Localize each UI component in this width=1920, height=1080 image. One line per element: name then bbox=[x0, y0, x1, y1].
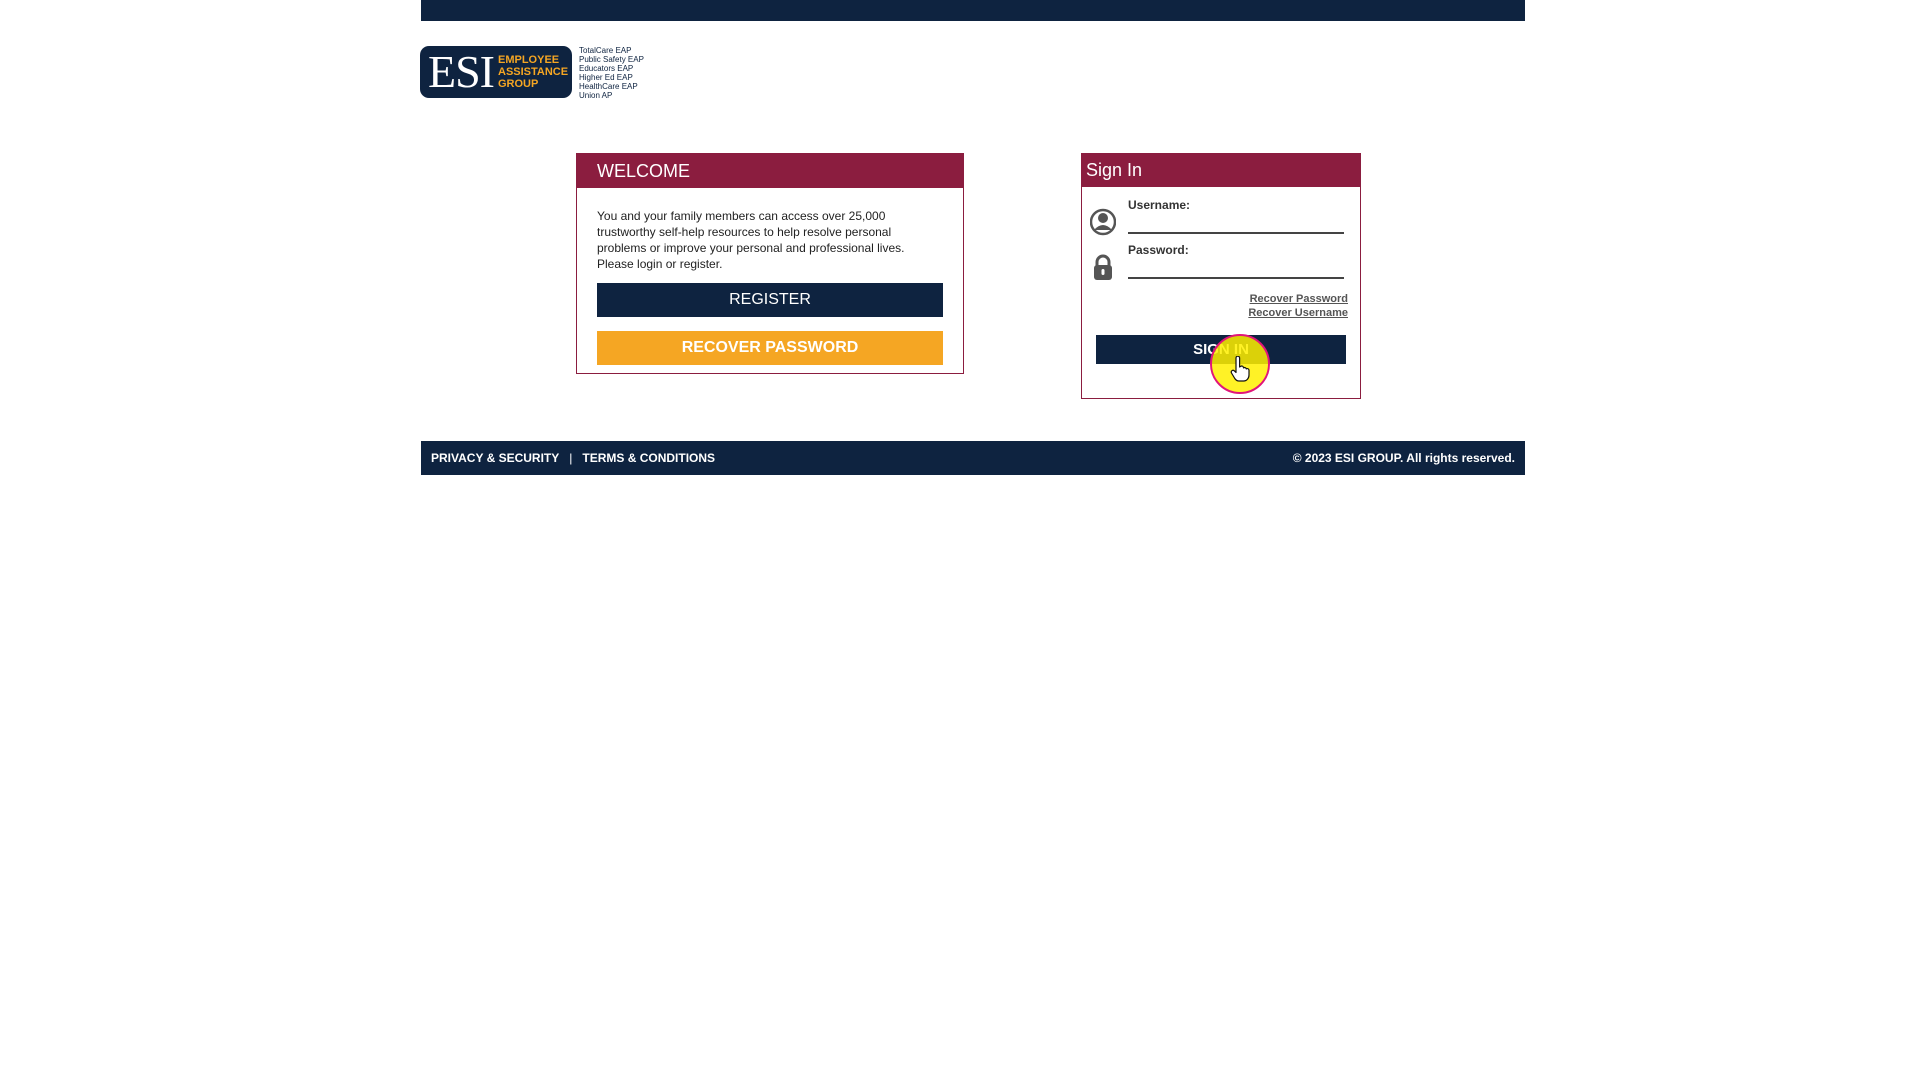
recover-password-link[interactable]: Recover Password bbox=[1250, 292, 1348, 306]
page: ESI EMPLOYEE ASSISTANCE GROUP TotalCare … bbox=[0, 0, 1920, 1080]
username-label: Username: bbox=[1128, 198, 1191, 212]
recover-username-link[interactable]: Recover Username bbox=[1248, 306, 1348, 320]
copyright-text: © 2023 ESI GROUP. All rights reserved. bbox=[1292, 451, 1515, 465]
logo-program: Public Safety EAP bbox=[579, 55, 644, 64]
welcome-panel: WELCOME You and your family members can … bbox=[576, 153, 964, 374]
terms-conditions-link[interactable]: TERMS & CONDITIONS bbox=[582, 451, 715, 465]
logo-program: Educators EAP bbox=[579, 64, 634, 73]
username-row: Username: bbox=[1088, 198, 1350, 242]
recovery-links: Recover Password Recover Username bbox=[1248, 292, 1348, 320]
logo-sub-line: GROUP bbox=[498, 78, 539, 90]
footer-links: PRIVACY & SECURITY | TERMS & CONDITIONS bbox=[431, 451, 715, 465]
privacy-security-link[interactable]: PRIVACY & SECURITY bbox=[431, 451, 559, 465]
password-input[interactable] bbox=[1128, 259, 1344, 279]
username-input[interactable] bbox=[1128, 214, 1344, 234]
logo-program: Higher Ed EAP bbox=[579, 73, 633, 82]
footer-separator: | bbox=[569, 451, 573, 465]
signin-panel: Sign In Username: Password: Recover Pass… bbox=[1081, 153, 1361, 399]
logo-sub-line: EMPLOYEE bbox=[498, 54, 560, 66]
sign-in-button[interactable]: SIGN IN bbox=[1096, 335, 1346, 364]
welcome-title: WELCOME bbox=[577, 154, 963, 188]
footer: PRIVACY & SECURITY | TERMS & CONDITIONS … bbox=[421, 441, 1525, 475]
logo-program: HealthCare EAP bbox=[579, 82, 638, 91]
welcome-text: You and your family members can access o… bbox=[597, 209, 905, 271]
logo-program: TotalCare EAP bbox=[579, 46, 632, 55]
logo-sub-line: ASSISTANCE bbox=[498, 66, 569, 78]
signin-title: Sign In bbox=[1082, 154, 1360, 187]
recover-password-button[interactable]: RECOVER PASSWORD bbox=[597, 331, 943, 365]
esi-logo[interactable]: ESI EMPLOYEE ASSISTANCE GROUP TotalCare … bbox=[420, 46, 650, 102]
lock-icon bbox=[1094, 254, 1112, 280]
logo-esi-text: ESI bbox=[428, 46, 495, 97]
logo-badge: ESI EMPLOYEE ASSISTANCE GROUP bbox=[420, 46, 572, 98]
logo-program-list: TotalCare EAP Public Safety EAP Educator… bbox=[579, 46, 644, 100]
register-button[interactable]: REGISTER bbox=[597, 283, 943, 317]
logo-program: Union AP bbox=[579, 91, 613, 100]
logo-subtitle: EMPLOYEE ASSISTANCE GROUP bbox=[498, 54, 568, 90]
user-icon bbox=[1090, 208, 1116, 236]
top-bar bbox=[421, 0, 1525, 21]
password-row: Password: bbox=[1088, 243, 1350, 287]
password-label: Password: bbox=[1128, 243, 1189, 257]
